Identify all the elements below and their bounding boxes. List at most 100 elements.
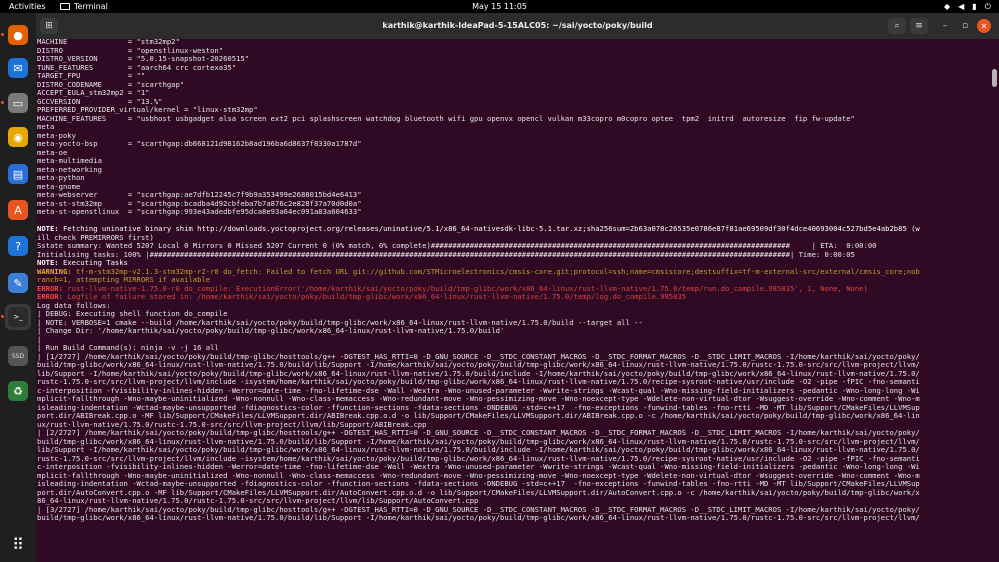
scrollbar[interactable] [990,39,999,562]
scrollbar-thumb[interactable] [992,69,997,87]
terminal-lines: MACHINE = "stm32mp2" DISTRO = "openstlinu… [36,39,920,523]
terminal-line: 86_64-linux/rust-llvm-native/1.75.0/rust… [37,497,920,506]
terminal-line: | [37,336,920,345]
dock-item-app-center[interactable]: A [5,197,31,223]
app-center-icon: A [8,200,28,220]
line-text: Fetching uninative binary shim http://do… [58,225,920,233]
terminal-line: | Change Dir: '/home/karthik/sai/yocto/p… [37,327,920,336]
dock-item-rhythmbox[interactable]: ◉ [5,124,31,150]
terminal-line: meta-st-stm32mp = "scarthgap:bcadba4d92c… [37,200,920,209]
line-text: meta-webserver = "scarthgap:ae7dfb12245c… [37,191,362,199]
dock-item-trash[interactable]: ♻ [5,378,31,404]
battery-icon: ▮ [972,2,977,11]
line-text: DISTRO_VERSION = "5.0.15-snapshot-202605… [37,55,250,63]
close-icon: ✕ [980,21,988,31]
terminal-line: MACHINE_FEATURES = "usbhost usbgadget al… [37,115,920,124]
clock[interactable]: May 15 11:05 [0,0,999,13]
log-level-tag: NOTE: [37,259,59,267]
line-text: DISTRO = "openstlinux-weston" [37,46,224,55]
line-text: ill check PREMIRRORS first) [37,233,154,242]
rhythmbox-icon: ◉ [8,127,28,147]
line-text: rustc-1.75.0-src/src/llvm-project/llvm/i… [37,454,920,463]
terminal-line: MACHINE = "stm32mp2" [37,39,920,47]
system-tray[interactable]: ◆ ◀ ▮ ⏻ [944,0,991,13]
dock-item-firefox[interactable]: ● [5,22,31,48]
terminal-line: PREFERRED_PROVIDER_virtual/kernel = "lin… [37,106,920,115]
line-text: | DEBUG: Executing shell function do_com… [37,310,228,318]
terminal-line: | DEBUG: Executing shell function do_com… [37,310,920,319]
terminal-line: TARGET_FPU = "" [37,72,920,81]
terminal-line: lib/Support -I/home/karthik/sai/yocto/po… [37,446,920,455]
terminal-line: NOTE: Fetching uninative binary shim htt… [37,225,920,234]
terminal-line: NOTE: Executing Tasks [37,259,920,268]
network-icon: ◆ [943,2,951,11]
terminal-line: lib/Support -I/home/karthik/sai/yocto/po… [37,370,920,379]
line-text: 86_64-linux/rust-llvm-native/1.75.0/rust… [37,497,479,505]
line-text: Initialising tasks: 100% |##############… [37,250,855,259]
top-bar: Activities Terminal May 15 11:05 ◆ ◀ ▮ ⏻ [0,0,999,13]
line-text: TUNE_FEATURES = "aarch64 crc cortexa35" [37,63,237,72]
dock-item-libreoffice-writer[interactable]: ▤ [5,161,31,187]
dock: ● ✉ ▭ ◉ ▤ A? ✎ >_ SSD ♻ ⠿ [0,13,36,562]
running-indicator [1,315,4,318]
menu-button[interactable]: ≡ [910,18,928,34]
dock-item-show-apps[interactable]: ⠿ [5,531,31,557]
power-icon: ⏻ [984,2,991,11]
terminal-line: meta [37,123,920,132]
terminal-icon: >_ [8,307,28,327]
line-text: | [2/2727] /home/karthik/sai/yocto/poky/… [37,429,920,437]
line-text: build/tmp-glibc/work/x86_64-linux/rust-l… [37,514,920,522]
search-icon: ⌕ [894,21,900,31]
log-level-tag: ERROR: [37,293,63,301]
terminal-line: | [2/2727] /home/karthik/sai/yocto/poky/… [37,429,920,438]
dock-item-thunderbird[interactable]: ✉ [5,55,31,81]
line-text: | [37,335,42,344]
minimize-button[interactable]: – [937,18,953,34]
line-text: | Run Build Command(s): ninja -v -j 16 a… [37,344,219,352]
line-text: Executing Tasks [58,259,128,267]
files-icon: ▭ [8,93,28,113]
terminal-line: ACCEPT_EULA_stm32mp2 = "1" [37,89,920,98]
line-text: port.dir/ABIBreak.cpp.o -MF lib/Support/… [37,412,920,420]
terminal-line: ERROR: rust-llvm-native-1.75.0-r0 do_com… [37,285,920,294]
hamburger-menu-icon: ≡ [915,21,923,31]
drive-label: SSD [11,352,25,360]
line-text: meta-multimedia [37,157,102,165]
terminal-line: c-interposition -fvisibility-inlines-hid… [37,387,920,396]
line-text: Log data follows: [37,301,111,310]
line-text: meta-st-openstlinux = "scarthgap:993e43a… [37,208,362,216]
volume-icon: ◀ [958,2,965,11]
line-text: rust-llvm-native-1.75.0-r0 do_compile: E… [62,284,868,293]
terminal-output[interactable]: MACHINE = "stm32mp2" DISTRO = "openstlinu… [36,39,990,562]
line-text: | [1/2727] /home/karthik/sai/yocto/poky/… [37,352,920,361]
line-text: | NOTE: VERBOSE=1 cmake --build /home/ka… [37,318,643,327]
search-button[interactable]: ⌕ [888,18,906,34]
close-button[interactable]: ✕ [977,19,991,33]
terminal-line: meta-oe [37,149,920,158]
terminal-line: c-interposition -fvisibility-inlines-hid… [37,463,920,472]
title-bar[interactable]: ⊞ karthik@karthik-IdeaPad-5-15ALC05: ~/s… [36,13,999,39]
dock-item-ssd-drive[interactable]: SSD [5,343,31,369]
drive-icon: SSD [8,346,28,366]
dock-item-files[interactable]: ▭ [5,90,31,116]
terminal-line: ERROR: Logfile of failure stored in: /ho… [37,293,920,302]
dock-item-terminal[interactable]: >_ [5,304,31,330]
line-text: MACHINE_FEATURES = "usbhost usbgadget al… [37,114,855,123]
terminal-line: Sstate summary: Wanted 5207 Local 0 Mirr… [37,242,920,251]
line-text: build/tmp-glibc/work/x86_64-linux/rust-l… [37,437,920,446]
terminal-line: build/tmp-glibc/work/x86_64-linux/rust-l… [37,361,920,370]
line-text: mplicit-fallthrough -Wno-maybe-uninitial… [37,395,920,403]
terminal-line: WARNING: tf-m-stm32mp-v2.1.3-stm32mp-r2-… [37,268,920,277]
dock-item-text-editor[interactable]: ✎ [5,270,31,296]
terminal-line: meta-networking [37,166,920,175]
line-text: meta-oe [37,148,68,157]
terminal-line: Initialising tasks: 100% |##############… [37,251,920,260]
running-indicator [1,101,4,104]
dock-item-help[interactable]: ? [5,233,31,259]
terminal-line: meta-yocto-bsp = "scarthgap:db668121d981… [37,140,920,149]
terminal-line: meta-python [37,174,920,183]
maximize-button[interactable]: ▫ [957,18,973,34]
line-text: MACHINE = "stm32mp2" [37,39,180,46]
terminal-window: ⊞ karthik@karthik-IdeaPad-5-15ALC05: ~/s… [36,13,999,562]
log-level-tag: WARNING: [37,267,72,276]
